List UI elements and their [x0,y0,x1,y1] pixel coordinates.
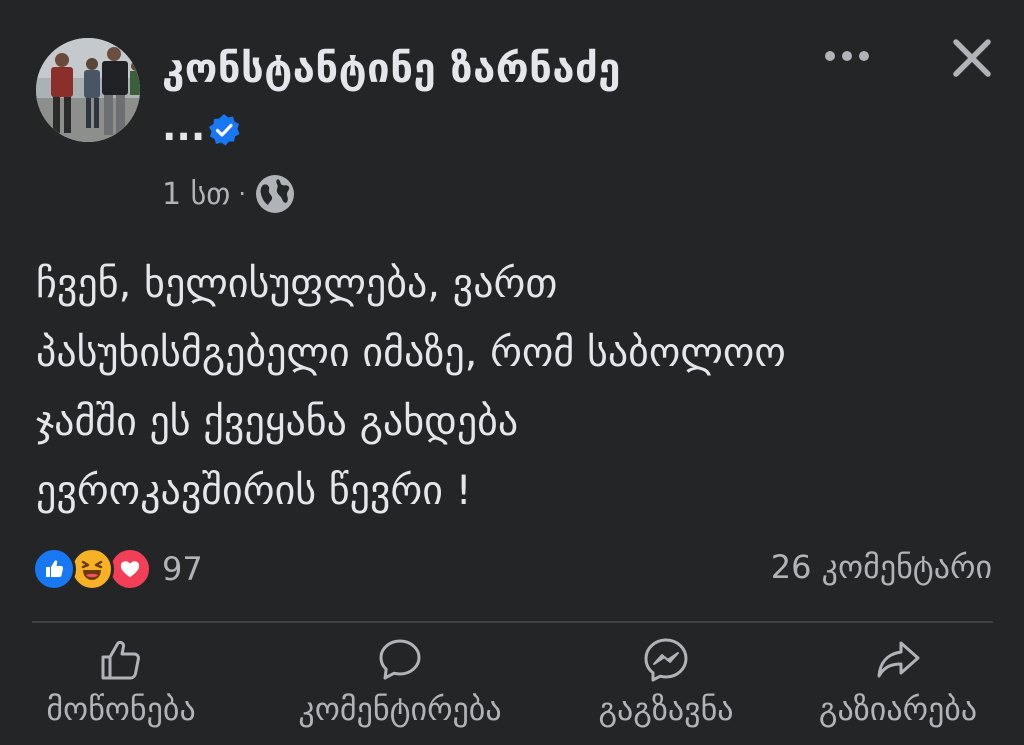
like-label: მოწონება [46,690,196,728]
post-text: ჩვენ, ხელისუფლება, ვართ პასუხისმგებელი ი… [36,261,786,514]
divider [32,621,993,623]
share-label: გაზიარება [818,690,978,728]
meta-separator: · [238,180,246,208]
haha-reaction-icon [70,547,114,591]
messenger-icon [644,638,688,682]
comment-button[interactable]: კომენტირება [262,636,538,736]
post-time[interactable]: 1 სთ [162,177,230,212]
send-label: გაგზავნა [598,690,734,728]
close-button[interactable] [944,30,1000,86]
send-button[interactable]: გაგზავნა [574,636,758,736]
more-options-button[interactable] [818,36,876,76]
avatar-photo-icon [36,38,140,142]
close-icon [953,39,991,77]
thumbs-up-icon [101,640,140,680]
comment-label: კომენტირება [298,690,502,728]
avatar[interactable] [36,38,140,142]
share-arrow-icon [877,641,920,678]
post-card: კონსტანტინე ზარნაძე ... 1 სთ · ჩვენ, ხელ… [0,0,1024,745]
comment-count[interactable]: 26 კომენტარი [771,548,992,586]
post-meta: 1 სთ · [162,172,296,216]
verified-badge-icon [209,114,240,146]
like-button[interactable]: მოწონება [20,636,222,736]
like-reaction-icon [32,547,76,591]
comment-bubble-icon [379,639,421,680]
share-button[interactable]: გაზიარება [793,636,1003,736]
more-horizontal-icon [825,51,869,61]
author-name[interactable]: კონსტანტინე ზარნაძე [162,46,621,92]
reaction-count: 97 [162,550,203,588]
reactions-summary[interactable]: 97 [32,546,203,592]
author-name-overflow: ... [162,105,206,149]
love-reaction-icon [108,547,152,591]
globe-icon[interactable] [254,173,296,215]
